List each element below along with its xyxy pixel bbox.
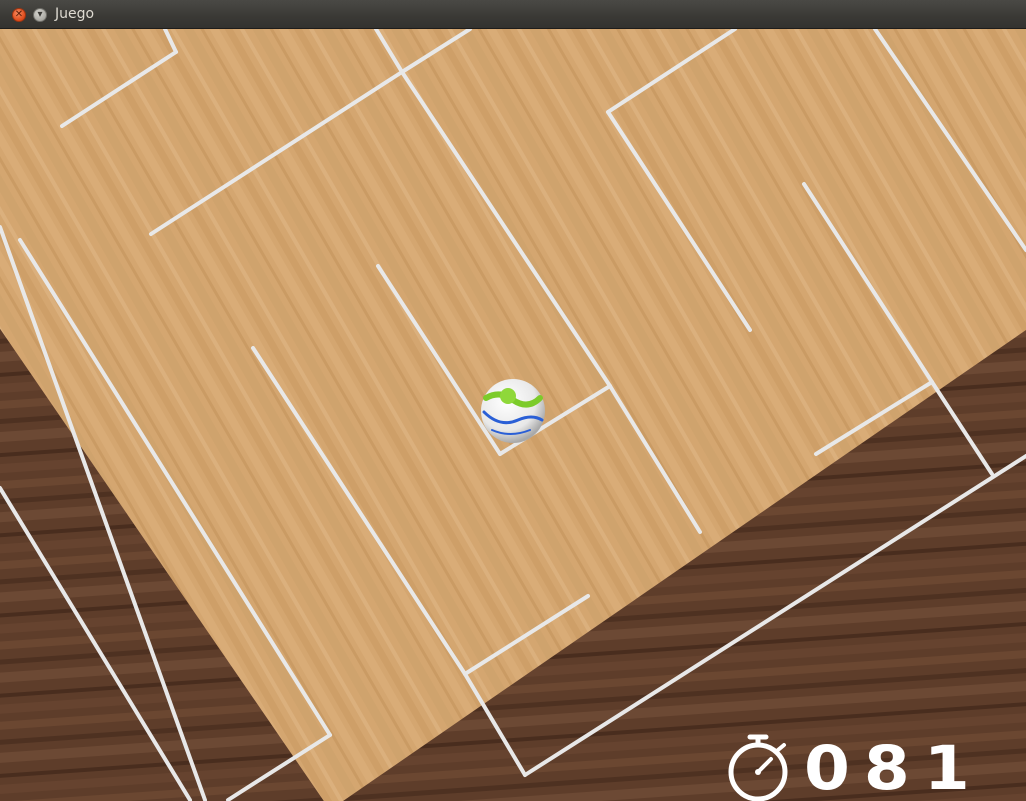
timer: 081 — [724, 733, 984, 801]
minimize-button[interactable]: ▾ — [33, 8, 47, 22]
close-button[interactable]: ✕ — [12, 8, 26, 22]
game-canvas[interactable] — [0, 29, 1026, 801]
minimize-icon: ▾ — [37, 9, 43, 20]
maze-scene — [0, 29, 1026, 801]
ball — [481, 379, 545, 443]
close-icon: ✕ — [14, 9, 24, 20]
game-window: ✕ ▾ Juego 081 — [0, 0, 1026, 801]
timer-value: 081 — [804, 733, 984, 801]
window-title: Juego — [55, 6, 95, 22]
title-bar[interactable]: ✕ ▾ Juego — [0, 0, 1026, 29]
